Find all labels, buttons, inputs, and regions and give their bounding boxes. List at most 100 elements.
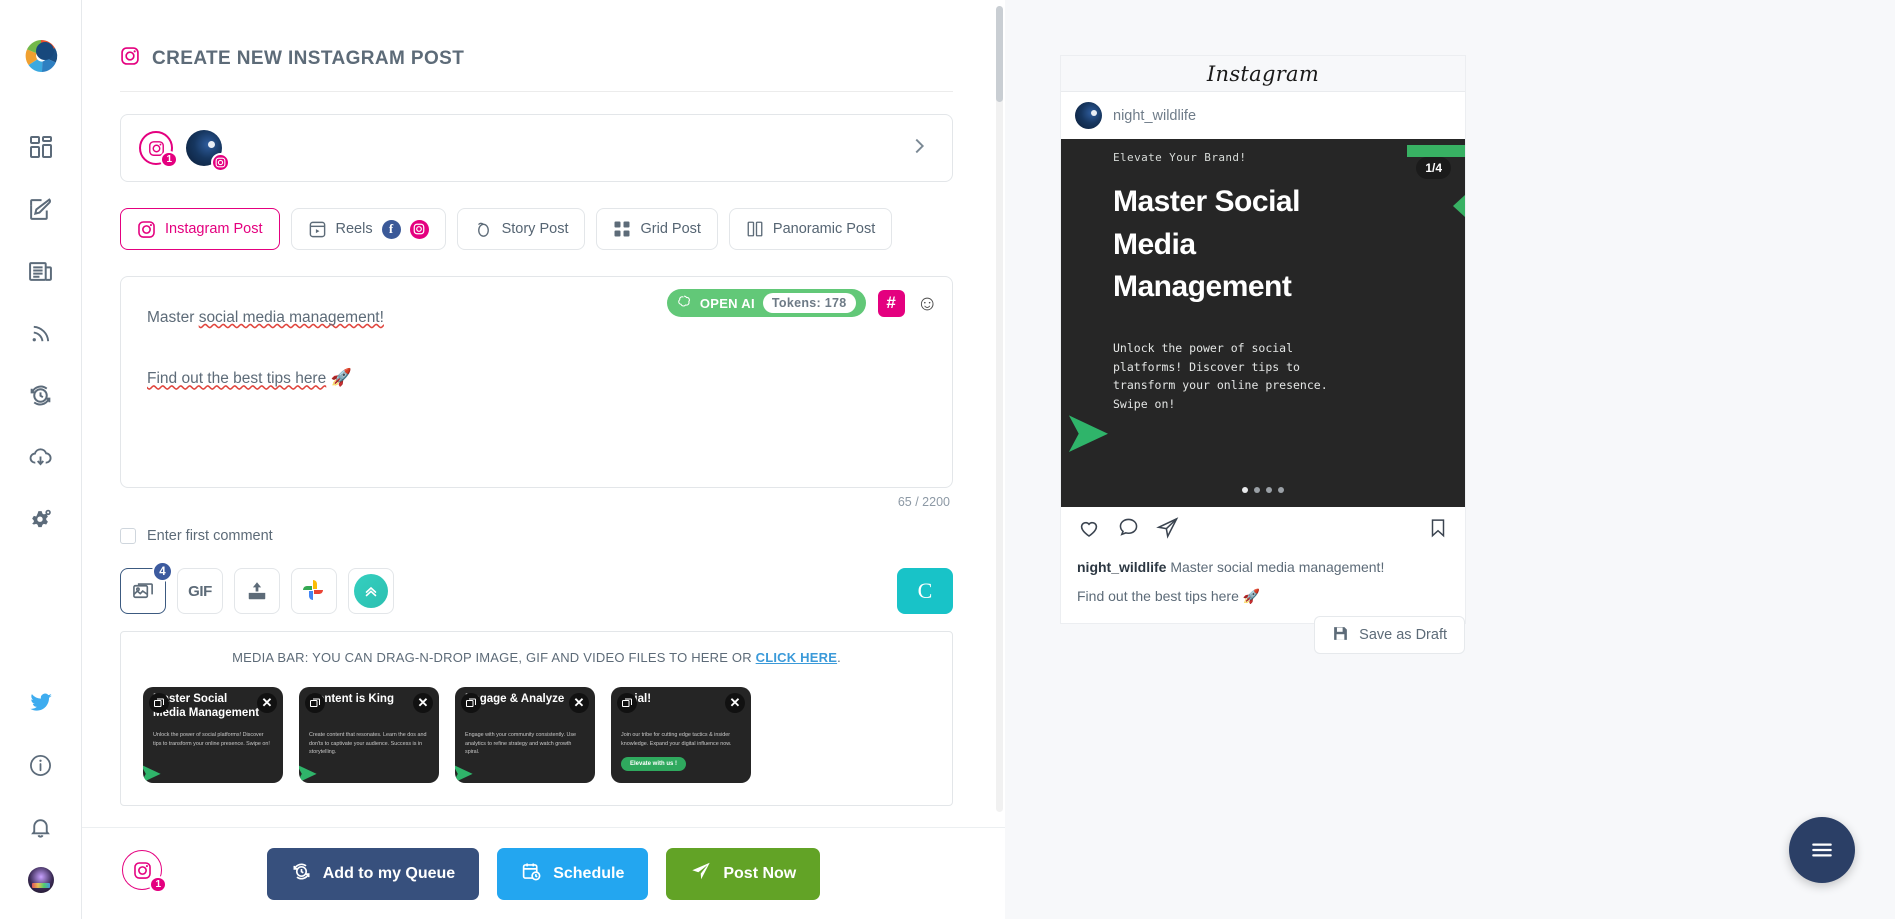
chevron-right-icon[interactable] bbox=[908, 135, 930, 162]
preview-panel: Instagram night_wildlife Elevate Your Br… bbox=[1005, 0, 1895, 919]
rocket-emoji: 🚀 bbox=[1243, 588, 1260, 604]
media-toolbar: 4 GIF bbox=[120, 568, 953, 614]
sidebar-item-download[interactable] bbox=[19, 435, 63, 479]
remove-media-button[interactable]: ✕ bbox=[569, 693, 589, 713]
scrollbar-thumb[interactable] bbox=[996, 6, 1003, 102]
remove-media-button[interactable]: ✕ bbox=[725, 693, 745, 713]
brand-c-icon[interactable]: C bbox=[897, 568, 953, 614]
sidebar-item-queue[interactable] bbox=[19, 373, 63, 417]
paper-plane-icon[interactable] bbox=[1156, 516, 1179, 544]
openai-icon bbox=[676, 294, 692, 313]
actionbar-badge-count: 1 bbox=[149, 876, 167, 893]
sidebar-item-content[interactable] bbox=[19, 249, 63, 293]
thumbnail-title: ocial! bbox=[621, 692, 729, 706]
add-to-queue-label: Add to my Queue bbox=[323, 865, 455, 883]
paper-plane-icon bbox=[690, 860, 712, 887]
floppy-disk-icon bbox=[1332, 625, 1349, 646]
media-bar-panel: MEDIA BAR: YOU CAN DRAG-N-DROP IMAGE, GI… bbox=[120, 631, 953, 806]
preview-caption-line2-text: Find out the best tips here bbox=[1077, 588, 1239, 604]
boost-button[interactable] bbox=[348, 568, 394, 614]
preview-username: night_wildlife bbox=[1113, 108, 1196, 124]
bookmark-icon[interactable] bbox=[1427, 517, 1449, 544]
green-arrow-icon: ➤ bbox=[143, 758, 161, 783]
instagram-account-icon[interactable]: 1 bbox=[139, 131, 173, 165]
sidebar-item-compose[interactable] bbox=[19, 187, 63, 231]
comment-icon[interactable] bbox=[1117, 516, 1140, 544]
menu-icon[interactable] bbox=[1789, 817, 1855, 883]
google-photos-icon bbox=[301, 578, 327, 604]
thumbnail-title: Content is King bbox=[309, 692, 417, 706]
account-selector[interactable]: 1 bbox=[120, 114, 953, 182]
schedule-button[interactable]: Schedule bbox=[497, 848, 648, 900]
double-chevron-up-icon bbox=[354, 574, 388, 608]
slide-body: Unlock the power of social platforms! Di… bbox=[1113, 339, 1363, 414]
carousel-dot[interactable] bbox=[1242, 487, 1248, 493]
hashtag-icon[interactable]: # bbox=[878, 290, 905, 317]
sidebar-item-notifications[interactable] bbox=[19, 805, 63, 849]
preview-media[interactable]: Elevate Your Brand! Master Social Media … bbox=[1061, 139, 1465, 507]
actionbar-instagram-icon[interactable]: 1 bbox=[122, 850, 162, 890]
heart-icon[interactable] bbox=[1077, 516, 1101, 545]
carousel-dot[interactable] bbox=[1254, 487, 1260, 493]
media-thumbnail[interactable]: Master Social Media Management Unlock th… bbox=[143, 687, 283, 783]
upload-button[interactable] bbox=[234, 568, 280, 614]
media-thumbnail[interactable]: Engage & Analyze Engage with your commun… bbox=[455, 687, 595, 783]
thumbnail-body: Unlock the power of social platforms! Di… bbox=[153, 731, 271, 748]
first-comment-row[interactable]: Enter first comment bbox=[120, 528, 991, 544]
post-now-button[interactable]: Post Now bbox=[666, 848, 820, 900]
sidebar-item-settings[interactable] bbox=[19, 497, 63, 541]
tab-instagram-post[interactable]: Instagram Post bbox=[120, 208, 280, 250]
stack-icon bbox=[305, 693, 325, 713]
media-hint-prefix: MEDIA BAR: YOU CAN DRAG-N-DROP IMAGE, GI… bbox=[232, 650, 756, 665]
openai-button[interactable]: OPEN AI Tokens: 178 bbox=[667, 289, 866, 317]
smiley-icon[interactable]: ☺ bbox=[917, 293, 938, 314]
tab-panoramic-post[interactable]: Panoramic Post bbox=[729, 208, 892, 250]
sidebar-item-rss[interactable] bbox=[19, 311, 63, 355]
first-comment-checkbox[interactable] bbox=[120, 528, 136, 544]
add-image-button[interactable]: 4 bbox=[120, 568, 166, 614]
gif-label: GIF bbox=[188, 583, 212, 600]
slide-title: Master Social Media Management bbox=[1113, 181, 1353, 309]
preview-actions bbox=[1061, 507, 1465, 553]
save-as-draft-button[interactable]: Save as Draft bbox=[1314, 616, 1465, 654]
media-thumbnail[interactable]: ocial! Join our tribe for cutting edge t… bbox=[611, 687, 751, 783]
tab-grid-post[interactable]: Grid Post bbox=[596, 208, 717, 250]
thumbnail-title: Master Social Media Management bbox=[153, 692, 261, 721]
instagram-wordmark: Instagram bbox=[1207, 62, 1319, 86]
main-scrollbar[interactable] bbox=[996, 6, 1003, 812]
openai-label: OPEN AI bbox=[700, 296, 755, 311]
preview-header: Instagram bbox=[1061, 56, 1465, 92]
carousel-dot[interactable] bbox=[1266, 487, 1272, 493]
preview-avatar bbox=[1075, 102, 1102, 129]
clock-refresh-icon bbox=[291, 861, 312, 887]
sidebar-item-dashboard[interactable] bbox=[19, 125, 63, 169]
carousel-dot[interactable] bbox=[1278, 487, 1284, 493]
header-divider bbox=[120, 91, 953, 92]
page-title: CREATE NEW INSTAGRAM POST bbox=[152, 48, 464, 70]
google-photos-button[interactable] bbox=[291, 568, 337, 614]
media-hint-link[interactable]: CLICK HERE bbox=[756, 650, 837, 665]
sidebar-item-info[interactable] bbox=[19, 743, 63, 787]
app-logo[interactable] bbox=[21, 36, 61, 81]
add-gif-button[interactable]: GIF bbox=[177, 568, 223, 614]
stack-icon bbox=[617, 693, 637, 713]
caption-composer[interactable]: OPEN AI Tokens: 178 # ☺ Master social me… bbox=[120, 276, 953, 488]
tab-reels[interactable]: Reels f bbox=[291, 208, 446, 250]
add-to-queue-button[interactable]: Add to my Queue bbox=[267, 848, 479, 900]
remove-media-button[interactable]: ✕ bbox=[257, 693, 277, 713]
thumbnail-body: Join our tribe for cutting edge tactics … bbox=[621, 731, 739, 748]
account-avatar[interactable] bbox=[186, 130, 222, 166]
carousel-dots bbox=[1061, 487, 1465, 493]
media-thumbnail[interactable]: Content is King Create content that reso… bbox=[299, 687, 439, 783]
thumbnail-title: Engage & Analyze bbox=[465, 692, 573, 706]
post-type-tabs: Instagram Post Reels f bbox=[120, 208, 953, 250]
remove-media-button[interactable]: ✕ bbox=[413, 693, 433, 713]
instagram-icon bbox=[410, 220, 429, 239]
media-hint-suffix: . bbox=[837, 650, 841, 665]
tab-label: Panoramic Post bbox=[773, 221, 875, 237]
sidebar-item-twitter[interactable] bbox=[19, 681, 63, 725]
user-avatar[interactable] bbox=[28, 867, 54, 893]
save-as-draft-label: Save as Draft bbox=[1359, 627, 1447, 643]
tab-story-post[interactable]: Story Post bbox=[457, 208, 586, 250]
main-column: CREATE NEW INSTAGRAM POST 1 bbox=[82, 0, 1005, 919]
